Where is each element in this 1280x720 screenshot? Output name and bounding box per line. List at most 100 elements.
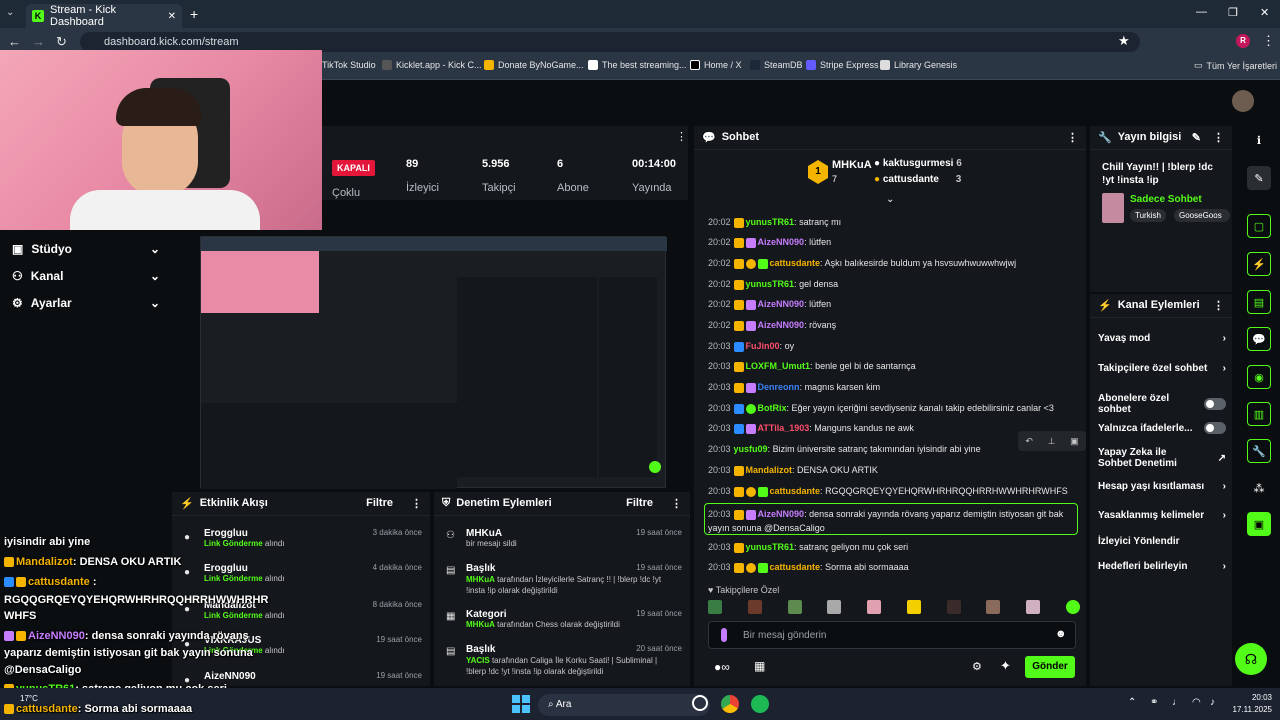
window-close-icon[interactable]: ✕ [1260,6,1269,19]
bookmark-item[interactable]: Home / X [690,60,742,70]
channel-actions-menu-icon[interactable]: ⋮ [1213,299,1224,312]
broadcast-icon[interactable]: ◉ [1247,365,1271,389]
emote-icon[interactable] [708,600,722,614]
url-bar[interactable]: dashboard.kick.com/stream [80,32,1140,52]
moderation-menu-icon[interactable]: ⋮ [671,497,682,510]
event-menu-icon[interactable]: ⋮ [411,497,422,510]
community-icon[interactable]: ⁂ [1247,476,1271,500]
chat-message[interactable]: 20:02 AizeNN090: lütfen [708,299,1078,310]
emote-icon[interactable] [1065,600,1080,614]
browser-menu-icon[interactable]: ⋮ [1262,33,1275,49]
browser-tab[interactable]: K Stream - Kick Dashboard ✕ [26,4,182,28]
tray-chevron-icon[interactable]: ⌃ [1128,697,1136,708]
chat-message[interactable]: 20:02 yunusTR61: satranç mı [708,217,1078,228]
delete-icon[interactable]: ▣ [1070,436,1079,447]
layout-icon[interactable]: ▥ [1247,402,1271,426]
tab-close-icon[interactable]: ✕ [168,11,176,22]
maximize-icon[interactable]: ❐ [1228,6,1238,19]
chat-bubble-icon[interactable]: 💬 [1247,327,1271,351]
expand-leaderboard-icon[interactable]: ⌄ [886,194,894,205]
nav-channel[interactable]: ⚇ Kanal ⌄ [12,269,160,283]
chat-tools-icon[interactable]: ✦ [1000,658,1011,674]
moderation-filter-button[interactable]: Filtre [626,497,653,510]
edit-icon[interactable]: ✎ [1192,131,1201,144]
emotes-only-toggle[interactable] [1204,422,1226,434]
chat-input[interactable]: Bir mesaj gönderin ☻ [708,621,1076,649]
profile-avatar[interactable]: R [1236,34,1250,48]
bookmark-item[interactable]: Library Genesis [880,60,957,70]
chat-message[interactable]: 20:02 AizeNN090: lütfen [708,237,1078,248]
new-tab-icon[interactable]: + [190,6,198,22]
chrome-icon[interactable] [721,695,739,713]
chat-message[interactable]: 20:03 yunusTR61: satranç geliyon mu çok s… [708,542,1078,553]
chat-menu-icon[interactable]: ⋮ [1067,131,1078,144]
chat-message[interactable]: 20:02 cattusdante: Aşkı balıkesirde buldu… [708,258,1078,269]
raid-item[interactable]: İzleyici Yönlendir [1098,536,1226,547]
emote-icon[interactable] [986,600,1001,614]
send-button[interactable]: Gönder [1025,656,1075,678]
stream-info-menu-icon[interactable]: ⋮ [1213,131,1224,144]
emote-icon[interactable] [747,600,762,614]
goals-item[interactable]: Hedefleri belirleyin › [1098,561,1226,572]
tag-pill[interactable]: Turkish [1130,209,1166,222]
bookmark-item[interactable]: Kicklet.app - Kick C... [382,60,482,70]
bookmark-item[interactable]: TikTok Studio [322,60,376,70]
stream-preview[interactable] [200,236,667,489]
nav-settings[interactable]: ⚙ Ayarlar ⌄ [12,296,160,310]
chat-message[interactable]: 20:03 Denreonn: magnıs karsen kim [708,382,1078,393]
user-avatar[interactable] [1232,90,1254,112]
emoji-icon[interactable]: ☻ [1055,628,1067,640]
event-filter-button[interactable]: Filtre [366,497,393,510]
clock[interactable]: 20:03 17.11.2025 [1228,692,1272,716]
game-icon[interactable]: ▣ [1247,512,1271,536]
subscribers-only-item[interactable]: Abonelere özel sohbet [1098,393,1226,415]
reply-icon[interactable]: ↶ [1025,436,1033,447]
start-button[interactable] [512,695,530,713]
tools-icon[interactable]: 🔧 [1247,439,1271,463]
mic-icon[interactable]: ♩ [1172,697,1182,708]
emote-icon[interactable] [906,600,921,614]
bookmark-star-icon[interactable]: ★ [1118,33,1130,49]
chat-message[interactable]: 20:02 AizeNN090: rövanş [708,320,1078,331]
account-age-item[interactable]: Hesap yaşı kısıtlaması › [1098,481,1226,492]
chat-message[interactable]: 20:03 BotRix: Eğer yayın içeriğini sevdiy… [708,403,1078,414]
bookmark-item[interactable]: SteamDB [750,60,803,70]
stats-menu-icon[interactable]: ⋮ [676,130,687,143]
chat-message[interactable]: 20:03 LOXFM_Umut1: benle gel bi de santar… [708,361,1078,372]
emote-icon[interactable] [867,600,882,614]
spotify-icon[interactable] [751,695,769,713]
store-icon[interactable]: ▦ [754,659,765,673]
document-icon[interactable]: ▤ [1247,290,1271,314]
chat-settings-icon[interactable]: ⚙ [972,660,982,673]
subscribers-only-toggle[interactable] [1204,398,1226,410]
emote-icon[interactable] [827,600,842,614]
category-name[interactable]: Sadece Sohbet [1130,194,1202,205]
chat-message[interactable]: 20:03 FuJin00: oy [708,341,1078,352]
reload-icon[interactable]: ↻ [56,34,67,50]
emote-icon[interactable] [1026,600,1041,614]
ai-moderation-item[interactable]: Yapay Zeka ile Sohbet Denetimi ↗ [1098,447,1226,469]
all-bookmarks[interactable]: ▭ Tüm Yer İşaretleri [1194,60,1277,71]
forward-icon[interactable]: → [32,34,45,49]
points-icon[interactable]: ●∞ [714,660,730,674]
tab-search-icon[interactable]: ⌄ [6,7,20,21]
weather-widget[interactable]: 17°C [20,694,38,703]
pin-icon[interactable]: ⊥ [1048,436,1056,447]
lightning-icon[interactable]: ⚡ [1247,252,1271,276]
followers-only-item[interactable]: Takipçilere özel sohbet › [1098,363,1226,374]
help-button[interactable]: ☊ [1235,643,1267,675]
chat-message[interactable]: 20:03 cattusdante: RGQQGRQEYQYEHQRWHRHRQQ… [708,486,1078,497]
slow-mode-item[interactable]: Yavaş mod › [1098,333,1226,344]
taskbar-search[interactable]: ⌕ Ara [538,694,710,716]
network-icon[interactable]: ⚭ [1150,697,1158,708]
emote-icon[interactable] [787,600,802,614]
bookmark-item[interactable]: The best streaming... [588,60,687,70]
banned-words-item[interactable]: Yasaklanmış kelimeler › [1098,510,1226,521]
emotes-only-item[interactable]: Yalnızca ifadelerle... [1098,422,1226,434]
clip-icon[interactable]: ▢ [1247,214,1271,238]
chat-message[interactable]: 20:03 AizeNN090: densa sonraki yayında rö… [708,507,1070,535]
chat-message[interactable]: 20:02 yunusTR61: gel densa [708,279,1078,290]
volume-icon[interactable]: ♪ [1210,697,1215,708]
wifi-icon[interactable]: ◠ [1192,697,1201,708]
obs-icon[interactable] [692,695,708,711]
